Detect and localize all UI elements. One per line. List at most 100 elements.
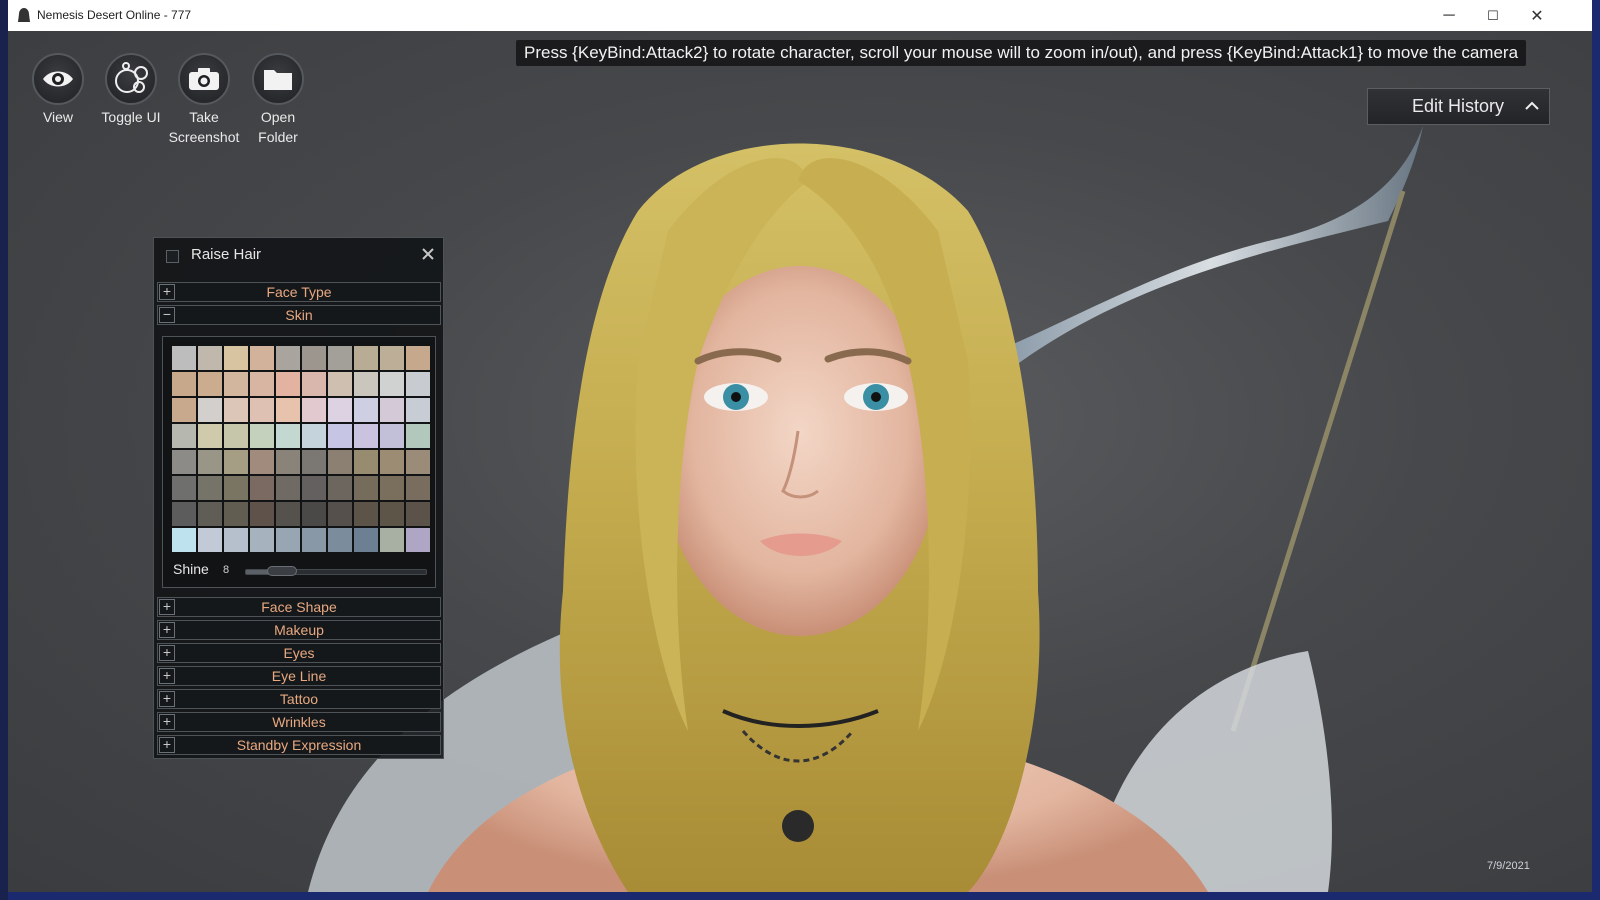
skin-color-swatch[interactable] [198, 424, 222, 448]
shine-slider-handle[interactable] [267, 566, 297, 576]
toggle-ui-button[interactable]: Toggle UI [95, 53, 167, 127]
section-face-type[interactable]: + Face Type [157, 282, 441, 302]
skin-color-swatch[interactable] [302, 450, 326, 474]
skin-color-swatch[interactable] [276, 424, 300, 448]
maximize-button[interactable]: ☐ [1470, 0, 1516, 31]
skin-color-swatch[interactable] [250, 424, 274, 448]
skin-color-swatch[interactable] [380, 372, 404, 396]
skin-color-swatch[interactable] [354, 398, 378, 422]
skin-color-swatch[interactable] [198, 502, 222, 526]
section-tattoo[interactable]: + Tattoo [157, 689, 441, 709]
skin-color-swatch[interactable] [354, 450, 378, 474]
close-icon[interactable] [420, 246, 436, 262]
edit-history-button[interactable]: Edit History [1367, 88, 1550, 125]
skin-color-swatch[interactable] [276, 398, 300, 422]
skin-color-swatch[interactable] [354, 528, 378, 552]
skin-color-swatch[interactable] [328, 424, 352, 448]
skin-color-swatch[interactable] [354, 372, 378, 396]
skin-color-swatch[interactable] [406, 398, 430, 422]
skin-color-swatch[interactable] [406, 502, 430, 526]
skin-color-swatch[interactable] [302, 528, 326, 552]
skin-color-swatch[interactable] [406, 424, 430, 448]
skin-color-swatch[interactable] [276, 346, 300, 370]
title-bar[interactable]: Nemesis Desert Online - 777 ─ ☐ ✕ [8, 0, 1592, 31]
section-makeup[interactable]: + Makeup [157, 620, 441, 640]
section-eye-line[interactable]: + Eye Line [157, 666, 441, 686]
skin-color-swatch[interactable] [198, 528, 222, 552]
skin-color-swatch[interactable] [276, 502, 300, 526]
skin-color-swatch[interactable] [380, 398, 404, 422]
skin-color-swatch[interactable] [172, 424, 196, 448]
character-viewport[interactable]: Press {KeyBind:Attack2} to rotate charac… [8, 31, 1592, 892]
skin-color-swatch[interactable] [224, 346, 248, 370]
skin-color-swatch[interactable] [172, 502, 196, 526]
skin-color-swatch[interactable] [250, 528, 274, 552]
skin-color-swatch[interactable] [172, 450, 196, 474]
skin-color-swatch[interactable] [250, 372, 274, 396]
skin-color-swatch[interactable] [250, 502, 274, 526]
skin-color-swatch[interactable] [302, 502, 326, 526]
skin-color-swatch[interactable] [380, 528, 404, 552]
skin-color-swatch[interactable] [276, 372, 300, 396]
skin-color-swatch[interactable] [328, 502, 352, 526]
shine-slider[interactable] [245, 566, 427, 576]
skin-color-swatch[interactable] [406, 476, 430, 500]
section-eyes[interactable]: + Eyes [157, 643, 441, 663]
raise-hair-checkbox[interactable] [166, 250, 179, 263]
skin-color-swatch[interactable] [302, 398, 326, 422]
skin-color-swatch[interactable] [224, 476, 248, 500]
skin-color-swatch[interactable] [354, 424, 378, 448]
section-wrinkles[interactable]: + Wrinkles [157, 712, 441, 732]
skin-color-swatch[interactable] [172, 346, 196, 370]
skin-color-swatch[interactable] [328, 398, 352, 422]
close-window-button[interactable]: ✕ [1514, 0, 1560, 31]
skin-color-swatch[interactable] [302, 424, 326, 448]
skin-color-swatch[interactable] [276, 528, 300, 552]
take-screenshot-button[interactable]: Take Screenshot [168, 53, 240, 147]
skin-color-swatch[interactable] [406, 450, 430, 474]
skin-color-swatch[interactable] [302, 346, 326, 370]
section-face-shape[interactable]: + Face Shape [157, 597, 441, 617]
skin-color-swatch[interactable] [224, 398, 248, 422]
skin-color-swatch[interactable] [224, 424, 248, 448]
skin-color-swatch[interactable] [276, 450, 300, 474]
skin-color-swatch[interactable] [380, 476, 404, 500]
skin-color-swatch[interactable] [328, 372, 352, 396]
skin-color-swatch[interactable] [302, 476, 326, 500]
skin-color-swatch[interactable] [406, 346, 430, 370]
skin-color-swatch[interactable] [172, 372, 196, 396]
skin-color-swatch[interactable] [224, 372, 248, 396]
skin-color-swatch[interactable] [198, 398, 222, 422]
skin-color-swatch[interactable] [172, 476, 196, 500]
skin-color-swatch[interactable] [224, 450, 248, 474]
skin-color-swatch[interactable] [198, 346, 222, 370]
skin-color-swatch[interactable] [224, 528, 248, 552]
skin-color-swatch[interactable] [380, 502, 404, 526]
section-skin[interactable]: − Skin [157, 305, 441, 325]
skin-color-swatch[interactable] [198, 372, 222, 396]
skin-color-swatch[interactable] [198, 450, 222, 474]
skin-color-swatch[interactable] [328, 476, 352, 500]
skin-color-swatch[interactable] [302, 372, 326, 396]
skin-color-swatch[interactable] [380, 346, 404, 370]
skin-color-swatch[interactable] [250, 346, 274, 370]
skin-color-swatch[interactable] [250, 476, 274, 500]
skin-color-swatch[interactable] [250, 398, 274, 422]
section-standby-expression[interactable]: + Standby Expression [157, 735, 441, 755]
skin-color-swatch[interactable] [250, 450, 274, 474]
skin-color-swatch[interactable] [354, 502, 378, 526]
skin-color-swatch[interactable] [406, 372, 430, 396]
skin-color-swatch[interactable] [172, 398, 196, 422]
skin-color-swatch[interactable] [224, 502, 248, 526]
view-button[interactable]: View [22, 53, 94, 127]
skin-color-swatch[interactable] [276, 476, 300, 500]
skin-color-swatch[interactable] [380, 450, 404, 474]
skin-color-swatch[interactable] [354, 476, 378, 500]
skin-color-swatch[interactable] [328, 346, 352, 370]
skin-color-swatch[interactable] [328, 528, 352, 552]
skin-color-swatch[interactable] [354, 346, 378, 370]
open-folder-button[interactable]: Open Folder [242, 53, 314, 147]
minimize-button[interactable]: ─ [1426, 0, 1472, 31]
skin-color-swatch[interactable] [198, 476, 222, 500]
skin-color-swatch[interactable] [172, 528, 196, 552]
